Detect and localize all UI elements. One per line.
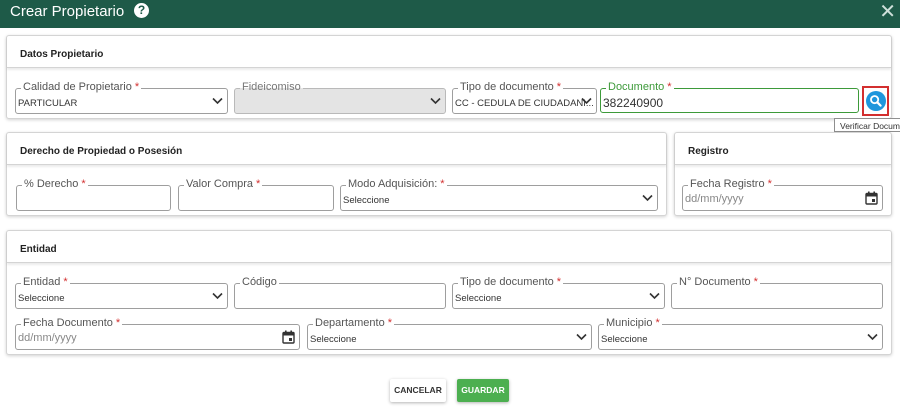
fecha-documento-input[interactable]: Fecha Documento * dd/mm/yyyy xyxy=(15,317,300,350)
entidad-select[interactable]: Entidad * Seleccione xyxy=(15,276,228,309)
codigo-input[interactable]: Código xyxy=(234,276,446,309)
calendar-icon[interactable] xyxy=(282,330,295,344)
field-value: CC - CEDULA DE CIUDADANI... xyxy=(455,98,594,109)
chevron-down-icon xyxy=(581,97,592,105)
field-value: 382240900 xyxy=(603,96,664,110)
tipo-documento-select[interactable]: Tipo de documento * CC - CEDULA DE CIUDAD… xyxy=(452,81,597,114)
field-label: Modo Adquisición: * xyxy=(346,178,447,191)
field-value: PARTICULAR xyxy=(18,98,78,109)
dialog-title: Crear Propietario xyxy=(10,3,125,20)
field-label: Fideicomiso xyxy=(240,81,303,94)
field-label: Departamento * xyxy=(313,317,394,330)
field-value: Seleccione xyxy=(18,293,65,304)
field-value: Seleccione xyxy=(310,334,357,345)
calidad-propietario-select[interactable]: Calidad de Propietario * PARTICULAR xyxy=(15,81,228,114)
save-button[interactable]: GUARDAR xyxy=(457,379,509,402)
verify-document-tooltip: Verificar Documento xyxy=(834,118,900,132)
modo-adquisicion-select[interactable]: Modo Adquisición: * Seleccione xyxy=(340,178,658,211)
chevron-down-icon xyxy=(649,292,660,300)
municipio-select[interactable]: Municipio * Seleccione xyxy=(598,317,883,350)
verify-button-circle xyxy=(866,91,886,111)
panel-heading: Datos Propietario xyxy=(7,36,891,68)
field-label: Entidad * xyxy=(21,276,70,289)
panel-heading: Registro xyxy=(675,133,891,165)
help-icon[interactable]: ? xyxy=(134,3,149,18)
field-placeholder: dd/mm/yyyy xyxy=(18,332,77,344)
panel-heading: Derecho de Propiedad o Posesión xyxy=(7,133,666,165)
field-label: Fecha Documento * xyxy=(21,317,123,330)
chevron-down-icon xyxy=(430,97,441,105)
chevron-down-icon xyxy=(642,194,653,202)
chevron-down-icon xyxy=(212,97,223,105)
field-value: Seleccione xyxy=(455,293,502,304)
documento-input[interactable]: Documento * 382240900 xyxy=(600,81,859,113)
panel-heading: Entidad xyxy=(7,231,891,263)
field-value: Seleccione xyxy=(601,334,648,345)
chevron-down-icon xyxy=(867,333,878,341)
field-label: N° Documento * xyxy=(677,276,760,289)
field-label: Valor Compra * xyxy=(184,178,263,191)
verify-document-button[interactable] xyxy=(862,86,889,116)
calendar-icon[interactable] xyxy=(865,191,878,205)
valor-compra-input[interactable]: Valor Compra * xyxy=(178,178,334,211)
field-value: Seleccione xyxy=(343,195,390,206)
field-label: Código xyxy=(240,276,279,289)
numero-documento-input[interactable]: N° Documento * xyxy=(671,276,883,309)
fideicomiso-select: Fideicomiso xyxy=(234,81,446,114)
field-label: Tipo de documento * xyxy=(458,276,564,289)
field-label: Fecha Registro * xyxy=(688,178,774,191)
field-label: Municipio * xyxy=(604,317,662,330)
field-placeholder: dd/mm/yyyy xyxy=(685,193,744,205)
field-label: Tipo de documento * xyxy=(458,81,564,94)
field-label: Calidad de Propietario * xyxy=(21,81,142,94)
chevron-down-icon xyxy=(212,292,223,300)
field-label: Documento * xyxy=(606,81,674,94)
field-label: % Derecho * xyxy=(22,178,88,191)
entidad-tipo-documento-select[interactable]: Tipo de documento * Seleccione xyxy=(452,276,665,309)
porcentaje-derecho-input[interactable]: % Derecho * xyxy=(16,178,171,211)
departamento-select[interactable]: Departamento * Seleccione xyxy=(307,317,592,350)
close-icon[interactable]: ✕ xyxy=(879,0,896,24)
chevron-down-icon xyxy=(576,333,587,341)
fecha-registro-input[interactable]: Fecha Registro * dd/mm/yyyy xyxy=(682,178,883,211)
search-icon xyxy=(870,95,882,107)
cancel-button[interactable]: CANCELAR xyxy=(390,379,446,402)
dialog-titlebar: Crear Propietario ? ✕ xyxy=(0,0,900,28)
